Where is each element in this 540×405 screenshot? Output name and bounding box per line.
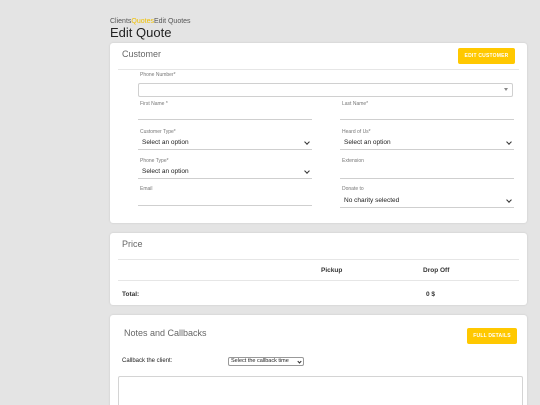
chevron-down-icon — [304, 168, 310, 174]
pickup-column-header: Pickup — [321, 267, 343, 274]
customer-type-select[interactable]: Select an option — [142, 139, 189, 146]
first-name-label: First Name * — [140, 101, 168, 107]
phone-number-label: Phone Number* — [140, 72, 176, 78]
donate-underline — [340, 207, 514, 208]
notes-textarea[interactable] — [118, 376, 523, 405]
customer-type-label: Customer Type* — [140, 129, 176, 135]
first-name-input[interactable] — [138, 119, 312, 120]
heard-of-us-label: Heard of Us* — [342, 129, 371, 135]
price-card: Price Pickup Drop Off Total: 0 $ — [110, 233, 527, 305]
phone-type-underline — [138, 178, 312, 179]
breadcrumb-clients[interactable]: Clients — [110, 18, 131, 25]
notes-card: Notes and Callbacks FULL DETAILS Callbac… — [110, 315, 527, 405]
full-details-button[interactable]: FULL DETAILS — [467, 328, 517, 344]
phone-type-select[interactable]: Select an option — [142, 168, 189, 175]
notes-title: Notes and Callbacks — [124, 328, 207, 338]
phone-number-input[interactable] — [138, 83, 513, 97]
heard-of-us-underline — [340, 149, 514, 150]
customer-type-underline — [138, 149, 312, 150]
total-label: Total: — [122, 291, 140, 298]
donate-label: Donate to — [342, 186, 364, 192]
last-name-label: Last Name* — [342, 101, 369, 107]
breadcrumb: ClientsQuotesEdit Quotes — [110, 18, 191, 25]
page-title: Edit Quote — [110, 25, 172, 40]
customer-title: Customer — [122, 49, 162, 59]
chevron-down-icon — [297, 359, 302, 364]
heard-of-us-select[interactable]: Select an option — [344, 139, 391, 146]
extension-label: Extension — [342, 158, 364, 164]
price-title: Price — [122, 239, 143, 249]
edit-customer-button[interactable]: EDIT CUSTOMER — [458, 48, 515, 64]
chevron-down-icon — [304, 139, 310, 145]
email-input[interactable] — [138, 205, 312, 206]
callback-time-select[interactable]: Select the callback time — [228, 357, 304, 366]
price-divider-bottom — [118, 280, 519, 281]
donate-select[interactable]: No charity selected — [344, 197, 399, 204]
phone-type-label: Phone Type* — [140, 158, 169, 164]
extension-input[interactable] — [340, 178, 514, 179]
breadcrumb-quotes[interactable]: Quotes — [131, 18, 154, 25]
chevron-down-icon — [504, 88, 508, 91]
customer-card: Customer EDIT CUSTOMER Phone Number* Fir… — [110, 43, 527, 223]
email-label: Email — [140, 186, 153, 192]
customer-divider — [118, 69, 519, 70]
callback-label: Callback the client: — [122, 358, 173, 364]
chevron-down-icon — [506, 197, 512, 203]
dropoff-column-header: Drop Off — [423, 267, 450, 274]
chevron-down-icon — [506, 139, 512, 145]
last-name-input[interactable] — [340, 119, 514, 120]
callback-time-value: Select the callback time — [231, 358, 289, 364]
price-divider — [118, 259, 519, 260]
total-value: 0 $ — [426, 291, 436, 298]
breadcrumb-current: Edit Quotes — [153, 18, 191, 25]
